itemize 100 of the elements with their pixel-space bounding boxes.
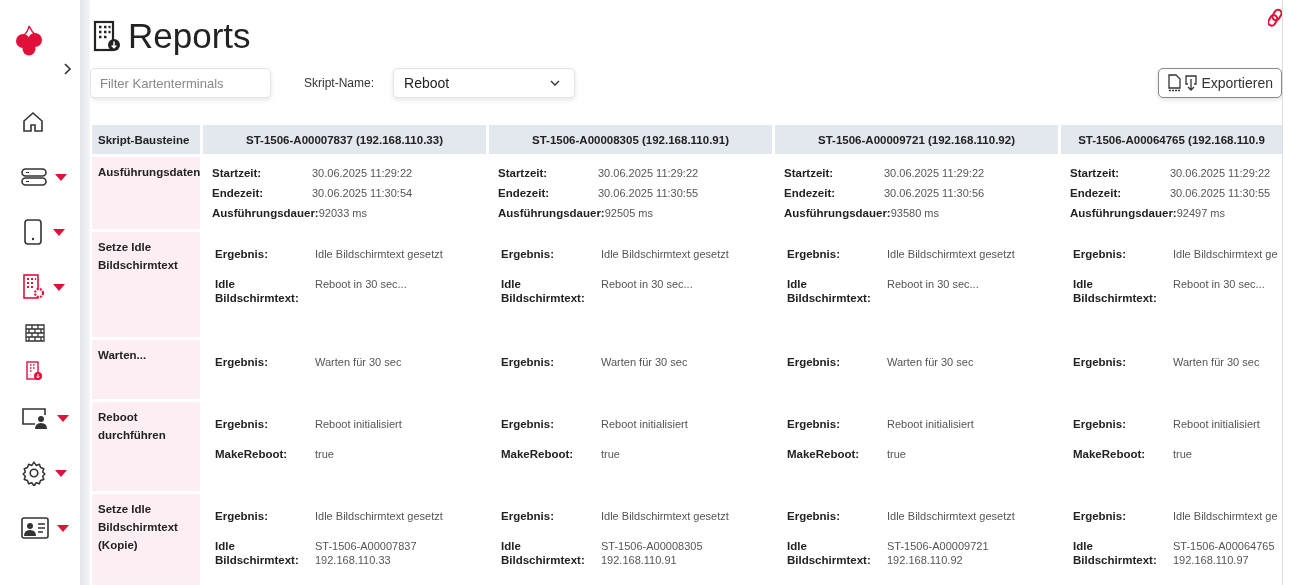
field-label: Startzeit: — [1070, 166, 1121, 180]
field-label: Ergebnis: — [501, 355, 556, 369]
field-label: Endezeit: — [498, 186, 551, 200]
field-label: Idle Bildschirmtext: — [215, 539, 300, 567]
field-value: 30.06.2025 11:30:54 — [312, 186, 413, 200]
script-name-label: Skript-Name: — [304, 76, 374, 90]
field-label: Startzeit: — [212, 166, 263, 180]
row-header: Ausführungsdaten — [92, 157, 200, 229]
field-label: Startzeit: — [784, 166, 835, 180]
brick-wall-icon — [25, 324, 45, 342]
filter-field[interactable]: Filter Kartenterminals — [90, 68, 271, 98]
field-label: Idle Bildschirmtext: — [501, 277, 586, 305]
row-header: Setze Idle Bildschirmtext — [92, 232, 200, 337]
field-value: Reboot initialisiert — [1173, 417, 1260, 431]
field-label: Ergebnis: — [1073, 417, 1128, 431]
field-value: Idle Bildschirmtext gesetzt — [315, 509, 443, 523]
field-label: MakeReboot: — [215, 447, 289, 461]
caret-icon — [57, 415, 69, 422]
field-value: ST-1506-A00007837 192.168.110.33 — [315, 539, 417, 567]
field-label: Ergebnis: — [787, 509, 842, 523]
field-label: Ergebnis: — [1073, 509, 1128, 523]
field-label: Idle Bildschirmtext: — [1073, 539, 1158, 567]
field-value: 30.06.2025 11:30:55 — [598, 186, 699, 200]
field-value: 92505 ms — [604, 206, 653, 220]
field-value: Warten für 30 sec — [601, 355, 688, 369]
field-label: Idle Bildschirmtext: — [501, 539, 586, 567]
download-icon — [1184, 74, 1199, 92]
field-value: Reboot in 30 sec... — [601, 277, 693, 292]
field-label: Ergebnis: — [501, 509, 556, 523]
field-label: Idle Bildschirmtext: — [787, 539, 872, 567]
field-label: Ergebnis: — [215, 417, 270, 431]
field-value: Reboot initialisiert — [887, 417, 974, 431]
gear-icon — [21, 459, 47, 486]
field-value: 30.06.2025 11:30:56 — [884, 186, 985, 200]
field-label: Ergebnis: — [787, 355, 842, 369]
field-value: Reboot in 30 sec... — [1173, 277, 1265, 292]
page-title: Reports — [128, 16, 251, 56]
export-button[interactable]: Exportieren — [1158, 68, 1282, 98]
field-value: Idle Bildschirmtext gesetzt — [315, 247, 443, 261]
field-label: Ergebnis: — [1073, 355, 1128, 369]
tablet-icon — [21, 218, 45, 245]
field-value: Idle Bildschirmtext gesetzt — [601, 247, 729, 261]
field-label: Ergebnis: — [215, 509, 270, 523]
script-select[interactable]: Reboot — [393, 68, 575, 98]
field-label: Endezeit: — [212, 186, 265, 200]
field-value: Idle Bildschirmtext ge — [1173, 247, 1278, 261]
field-value: Warten für 30 sec — [315, 355, 402, 369]
field-label: Idle Bildschirmtext: — [1073, 277, 1158, 305]
field-label: Idle Bildschirmtext: — [787, 277, 872, 305]
field-label: Ergebnis: — [787, 417, 842, 431]
field-label: Ergebnis: — [215, 247, 270, 261]
caret-icon — [55, 470, 67, 477]
monitor-person-icon — [21, 405, 49, 430]
field-value: 30.06.2025 11:29:22 — [884, 166, 985, 180]
caret-icon — [57, 525, 69, 532]
field-value: true — [1173, 447, 1192, 461]
field-label: Startzeit: — [498, 166, 549, 180]
column-header: ST-1506-A00064765 (192.168.110.9 — [1061, 125, 1282, 154]
field-value: Reboot initialisiert — [601, 417, 688, 431]
field-label: Ergebnis: — [501, 417, 556, 431]
chevron-right-icon — [64, 63, 72, 75]
caret-icon — [55, 174, 67, 181]
row-header: Reboot durchführen — [92, 402, 200, 491]
field-value: 93580 ms — [890, 206, 939, 220]
row-header: Setze Idle Bildschirmtext (Kopie) — [92, 494, 200, 585]
home-icon — [21, 109, 45, 134]
field-label: Ausführungsdauer: — [498, 206, 605, 220]
field-label: Endezeit: — [1070, 186, 1123, 200]
field-value: Idle Bildschirmtext ge — [1173, 509, 1278, 523]
field-label: Ausführungsdauer: — [784, 206, 891, 220]
building-gear-icon — [21, 273, 45, 300]
field-value: ST-1506-A00009721 192.168.110.92 — [887, 539, 989, 567]
field-label: Ausführungsdauer: — [212, 206, 319, 220]
field-label: Ausführungsdauer: — [1070, 206, 1177, 220]
field-value: Idle Bildschirmtext gesetzt — [887, 509, 1015, 523]
field-label: Ergebnis: — [787, 247, 842, 261]
id-card-icon — [21, 516, 49, 539]
row-header: Warten... — [92, 340, 200, 399]
column-header: ST-1506-A00008305 (192.168.110.91) — [489, 125, 772, 154]
field-label: MakeReboot: — [1073, 447, 1147, 461]
field-value: 92497 ms — [1176, 206, 1225, 220]
building-download-icon — [25, 361, 43, 381]
field-label: Ergebnis: — [501, 247, 556, 261]
column-header: ST-1506-A00009721 (192.168.110.92) — [775, 125, 1058, 154]
link-icon[interactable] — [1268, 8, 1282, 28]
field-label: MakeReboot: — [501, 447, 575, 461]
column-header: Skript-Bausteine — [92, 125, 200, 154]
field-value: ST-1506-A00008305 192.168.110.91 — [601, 539, 703, 567]
chevron-down-icon — [550, 80, 560, 86]
field-value: Warten für 30 sec — [1173, 355, 1260, 369]
field-value: true — [315, 447, 334, 461]
file-icon — [1167, 74, 1182, 92]
field-value: Warten für 30 sec — [887, 355, 974, 369]
field-value: Reboot in 30 sec... — [315, 277, 407, 292]
field-value: Reboot initialisiert — [315, 417, 402, 431]
field-label: MakeReboot: — [787, 447, 861, 461]
field-label: Ergebnis: — [1073, 247, 1128, 261]
field-value: 30.06.2025 11:29:22 — [1170, 166, 1271, 180]
field-value: Reboot in 30 sec... — [887, 277, 979, 292]
field-value: true — [887, 447, 906, 461]
